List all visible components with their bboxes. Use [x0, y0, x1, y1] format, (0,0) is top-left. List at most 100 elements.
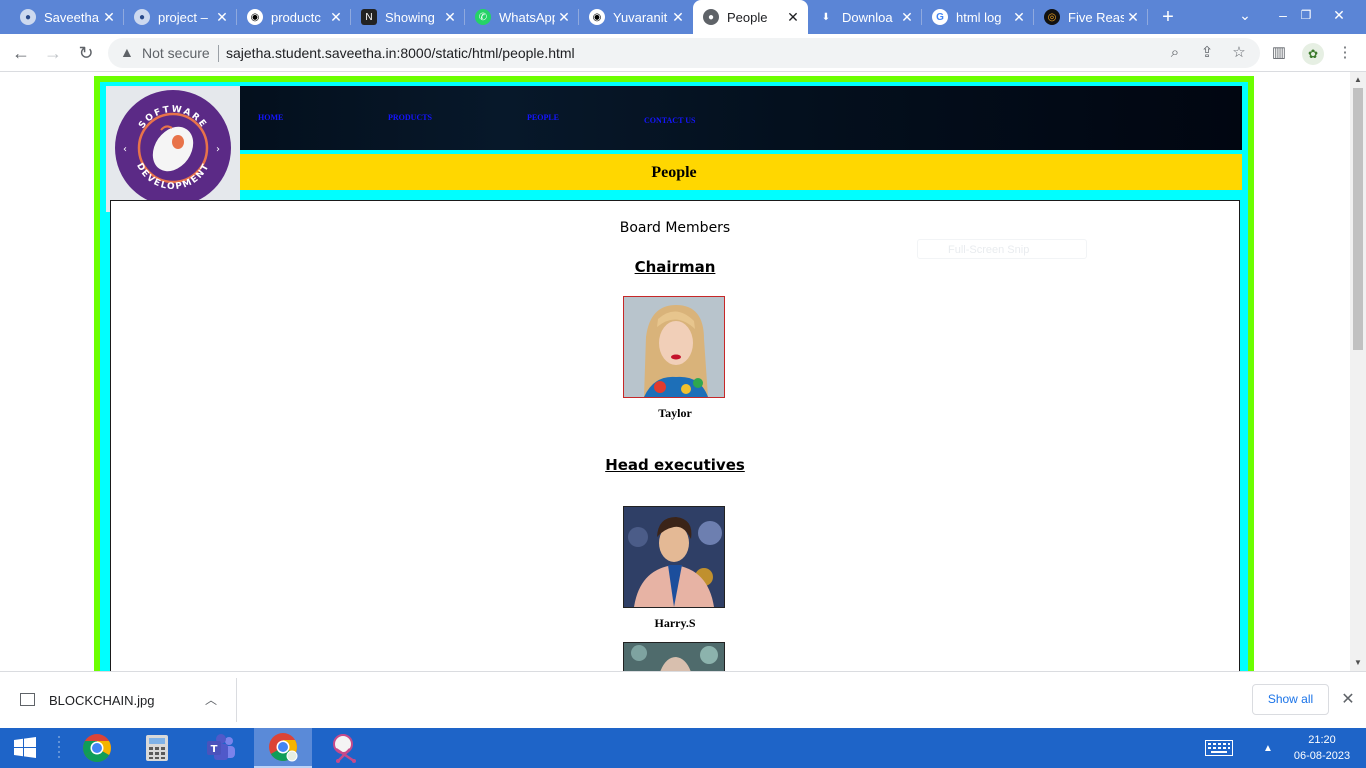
svg-text:‹: ‹ [123, 144, 127, 155]
close-icon[interactable]: ✕ [1124, 9, 1142, 26]
side-panel-icon[interactable]: ▥ [1268, 42, 1290, 64]
close-download-bar-icon[interactable]: ✕ [1338, 689, 1358, 709]
chrome-icon[interactable] [68, 728, 126, 768]
download-bar: BLOCKCHAIN.jpg ︿ Show all ✕ [0, 671, 1366, 729]
close-icon[interactable]: ✕ [1010, 9, 1028, 26]
chrome-active-icon[interactable] [254, 728, 312, 768]
svg-text:›: › [216, 144, 220, 155]
tab-whatsapp[interactable]: ✆ WhatsApp ✕ [465, 0, 579, 34]
tab-title: productc [271, 9, 321, 25]
tab-title: Downloa [842, 9, 893, 25]
tab-title: People [727, 9, 768, 25]
tab-title: WhatsApp [499, 9, 555, 25]
tab-title: Saveetha [44, 9, 99, 25]
teams-icon[interactable]: T [192, 728, 250, 768]
page-viewport: HOME PRODUCTS PEOPLE CONTACT US People S… [0, 72, 1350, 671]
system-clock[interactable]: 21:20 06-08-2023 [1287, 732, 1357, 764]
portrait-photo [624, 643, 724, 671]
close-icon[interactable]: ✕ [669, 9, 687, 26]
github-icon: ◉ [589, 9, 605, 25]
site-navbar: HOME PRODUCTS PEOPLE CONTACT US [106, 86, 1242, 150]
portrait-photo [624, 297, 724, 397]
nav-people-link[interactable]: PEOPLE [527, 113, 559, 122]
tab-strip: ● Saveetha ✕ ● project – ✕ ◉ productc ✕ … [0, 0, 1366, 34]
warning-icon: ▲ [120, 44, 134, 60]
mouse-logo-icon: SOFTWARE DEVELOPMENT ‹ › [115, 90, 231, 206]
tab-showing[interactable]: N Showing ✕ [351, 0, 465, 34]
close-icon[interactable]: ✕ [327, 9, 345, 26]
scrollbar-thumb[interactable] [1353, 88, 1363, 350]
section-title: Board Members [619, 220, 731, 236]
site-icon: ◎ [1044, 9, 1060, 25]
zoom-icon[interactable]: ⌕ [1164, 42, 1186, 64]
tab-title: Showing [385, 9, 435, 25]
nav-contact-link[interactable]: CONTACT US [644, 116, 696, 125]
close-icon[interactable]: ✕ [441, 9, 459, 26]
calculator-icon[interactable] [128, 728, 186, 768]
tab-html-logo[interactable]: G html log ✕ [922, 0, 1034, 34]
page-inner-border: HOME PRODUCTS PEOPLE CONTACT US People S… [100, 82, 1248, 671]
close-icon[interactable]: ✕ [213, 9, 231, 26]
executive-name: Harry.S [654, 616, 696, 630]
executives-heading: Head executives [605, 456, 745, 474]
bookmark-star-icon[interactable]: ☆ [1228, 42, 1250, 64]
page-title: People [651, 164, 697, 181]
close-icon[interactable]: ✕ [898, 9, 916, 26]
scroll-up-icon[interactable]: ▲ [1350, 72, 1366, 88]
chairman-photo [623, 296, 725, 398]
download-file-name[interactable]: BLOCKCHAIN.jpg [49, 693, 154, 708]
site-logo[interactable]: SOFTWARE DEVELOPMENT ‹ › [106, 86, 240, 212]
clock-date: 06-08-2023 [1293, 750, 1351, 762]
close-icon[interactable]: ✕ [784, 9, 802, 26]
page-outer-border: HOME PRODUCTS PEOPLE CONTACT US People S… [94, 76, 1254, 671]
close-icon[interactable]: ✕ [555, 9, 573, 26]
menu-icon[interactable]: ⋮ [1334, 42, 1356, 64]
snipping-tool-icon[interactable] [316, 728, 374, 768]
close-window-button[interactable]: ✕ [1316, 0, 1362, 34]
executive-photo [623, 506, 725, 608]
chairman-heading: Chairman [634, 258, 716, 276]
chevron-up-tray-icon[interactable]: ▲ [1254, 728, 1282, 768]
profile-avatar[interactable]: ✿ [1302, 43, 1324, 65]
content-panel: Board Members Full-Screen Snip Chairman … [110, 200, 1240, 671]
tab-title: project – [158, 9, 208, 25]
close-icon[interactable]: ✕ [100, 9, 118, 26]
forward-icon[interactable]: → [40, 40, 66, 66]
windows-start-icon [14, 737, 36, 758]
browser-toolbar: ← → ↻ ▲ Not secure sajetha.student.savee… [0, 34, 1366, 72]
keyboard-icon[interactable] [1196, 728, 1242, 768]
tab-people[interactable]: ● People ✕ [693, 0, 808, 34]
chevron-up-icon[interactable]: ︿ [205, 691, 217, 708]
tab-download[interactable]: ⬇ Downloa ✕ [808, 0, 922, 34]
executive-photo-partial [623, 642, 725, 671]
show-all-button[interactable]: Show all [1252, 684, 1329, 715]
nav-home-link[interactable]: HOME [258, 113, 283, 122]
reload-icon[interactable]: ↻ [73, 40, 99, 66]
nav-products-link[interactable]: PRODUCTS [388, 113, 432, 122]
snip-overlay-hint: Full-Screen Snip [917, 239, 1087, 259]
share-icon[interactable]: ⇪ [1196, 42, 1218, 64]
tab-title: html log [956, 9, 1002, 25]
back-icon[interactable]: ← [8, 40, 34, 66]
portrait-photo [624, 507, 724, 607]
new-tab-button[interactable]: + [1156, 5, 1180, 29]
address-bar[interactable]: ▲ Not secure sajetha.student.saveetha.in… [108, 38, 1260, 68]
tab-title: Five Reas [1068, 9, 1124, 25]
security-label[interactable]: Not secure [142, 45, 210, 61]
windows-taskbar: T ▲ 21:20 06-08-2023 [0, 728, 1366, 768]
tab-five-reasons[interactable]: ◎ Five Reas ✕ [1034, 0, 1148, 34]
scroll-down-icon[interactable]: ▼ [1350, 655, 1366, 671]
globe-icon: ● [703, 9, 719, 25]
tab-saveetha[interactable]: ● Saveetha ✕ [10, 0, 124, 34]
page-scrollbar[interactable]: ▲ ▼ [1350, 72, 1366, 671]
tab-productc[interactable]: ◉ productc ✕ [237, 0, 351, 34]
url-text[interactable]: sajetha.student.saveetha.in:8000/static/… [226, 45, 575, 61]
download-icon: ⬇ [821, 11, 831, 23]
tab-title: Yuvaranit [613, 9, 668, 25]
tab-yuvaranit[interactable]: ◉ Yuvaranit ✕ [579, 0, 693, 34]
tab-project[interactable]: ● project – ✕ [124, 0, 237, 34]
github-icon: ◉ [247, 9, 263, 25]
image-file-icon [20, 693, 35, 706]
notion-icon: N [361, 9, 377, 25]
start-button[interactable] [0, 728, 50, 768]
